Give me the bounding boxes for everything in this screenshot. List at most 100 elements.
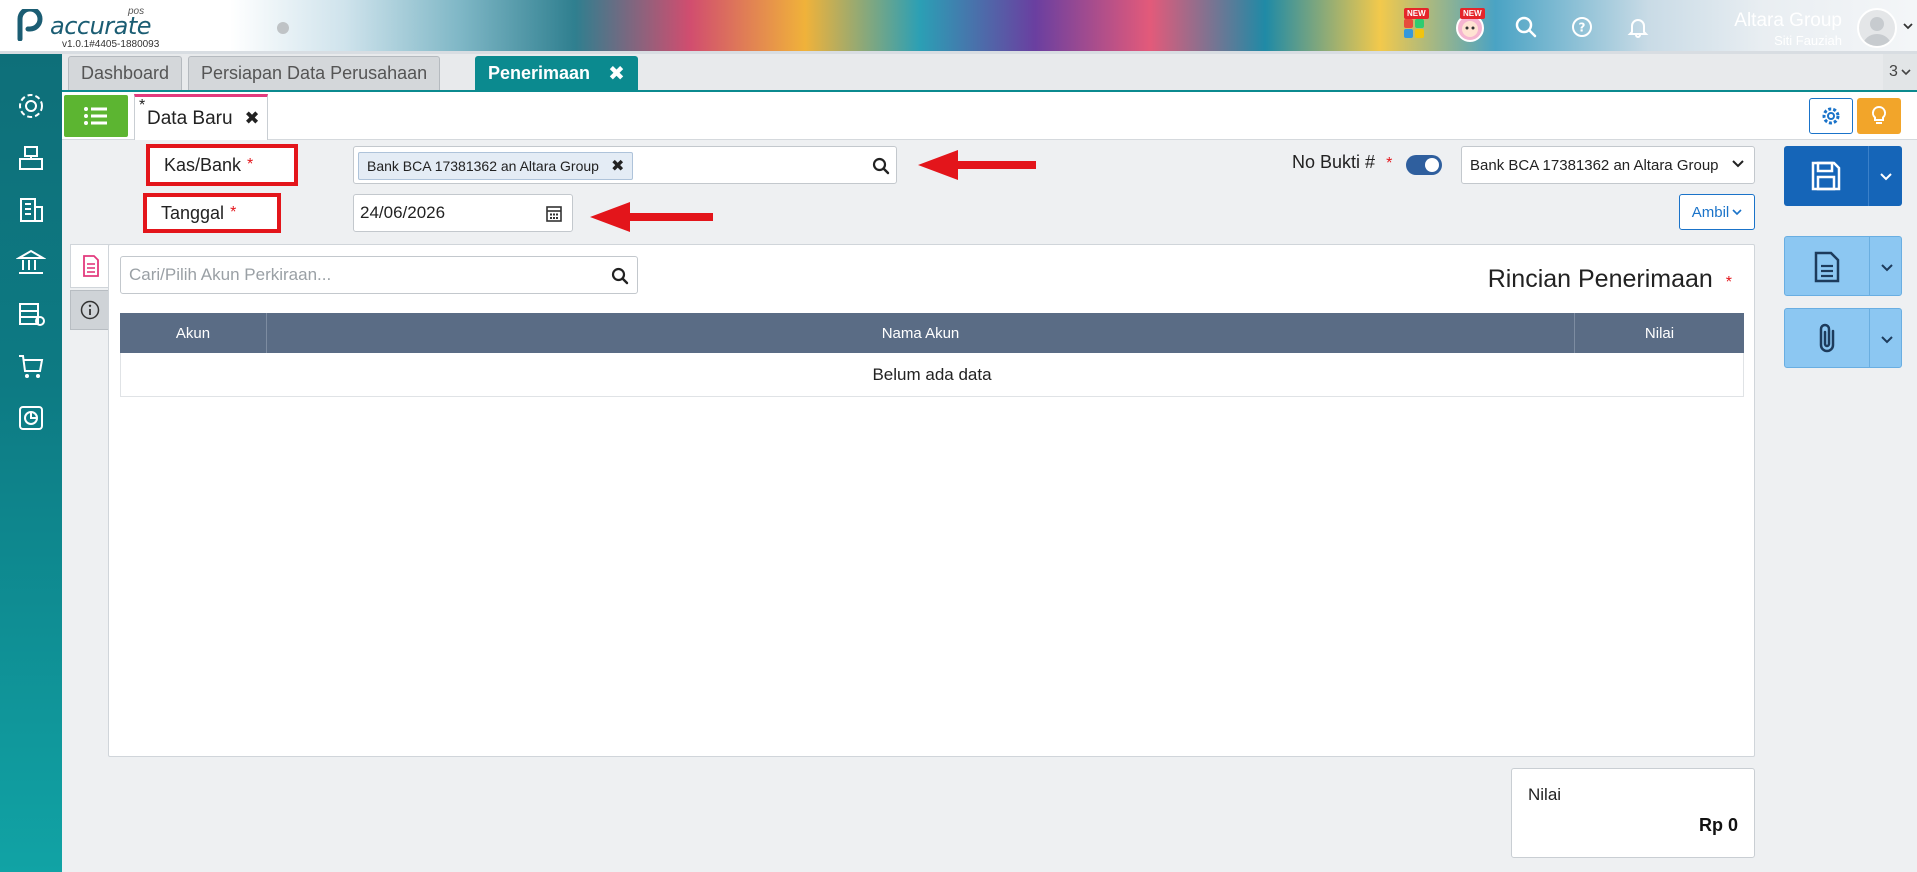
close-icon[interactable]: ✖ xyxy=(608,61,625,86)
column-header-akun[interactable]: Akun xyxy=(120,313,267,353)
tab-count-dropdown[interactable]: 3 xyxy=(1883,54,1917,90)
chevron-down-icon xyxy=(1732,209,1742,216)
total-box: Nilai Rp 0 xyxy=(1511,768,1755,858)
sidebar-item-bank[interactable] xyxy=(13,244,49,280)
no-bukti-select[interactable]: Bank BCA 17381362 an Altara Group xyxy=(1461,146,1755,184)
total-label: Nilai xyxy=(1528,785,1562,804)
attachment-button[interactable] xyxy=(1784,308,1902,368)
user-avatar[interactable] xyxy=(1857,8,1897,48)
info-icon xyxy=(80,300,100,320)
required-mark: * xyxy=(230,204,237,221)
search-icon[interactable] xyxy=(611,267,629,285)
search-button[interactable] xyxy=(1498,0,1554,54)
search-icon xyxy=(1515,16,1537,38)
inventory-icon xyxy=(19,303,45,326)
tab-label: Penerimaan xyxy=(488,63,591,83)
list-view-button[interactable] xyxy=(64,95,128,137)
building-icon xyxy=(20,198,43,222)
kas-bank-input[interactable]: Bank BCA 17381362 an Altara Group ✖ xyxy=(353,146,897,184)
settings-button[interactable] xyxy=(1809,98,1853,134)
sidebar-item-inventory[interactable] xyxy=(13,296,49,332)
logo-sub: pos xyxy=(128,6,145,17)
sidebar xyxy=(0,54,62,872)
tab-persiapan-data[interactable]: Persiapan Data Perusahaan xyxy=(188,56,441,90)
document-lines-icon xyxy=(82,255,99,277)
required-mark: * xyxy=(1386,155,1393,172)
save-icon xyxy=(1811,161,1841,191)
tab-dashboard[interactable]: Dashboard xyxy=(68,56,183,90)
paperclip-icon xyxy=(1819,323,1835,353)
bank-icon xyxy=(16,249,46,274)
sidebar-item-settings[interactable] xyxy=(13,88,49,124)
chevron-down-icon xyxy=(1901,69,1911,76)
tab-penerimaan[interactable]: Penerimaan ✖ xyxy=(475,56,638,90)
akun-search-placeholder: Cari/Pilih Akun Perkiraan... xyxy=(129,265,332,284)
new-badge: NEW xyxy=(1460,8,1485,19)
assistant-button[interactable]: NEW xyxy=(1442,0,1498,54)
chevron-down-icon[interactable] xyxy=(1881,263,1893,273)
report-chart-icon xyxy=(19,406,43,430)
notification-button[interactable] xyxy=(1610,0,1666,54)
chevron-down-icon[interactable] xyxy=(1880,172,1892,182)
ambil-button[interactable]: Ambil xyxy=(1679,194,1755,230)
total-value: Rp 0 xyxy=(1698,815,1738,835)
tanggal-input[interactable]: 24/06/2026 xyxy=(353,194,573,232)
sidebar-item-sales[interactable] xyxy=(13,140,49,176)
no-bukti-toggle[interactable] xyxy=(1406,155,1442,175)
no-bukti-label-text: No Bukti # xyxy=(1292,152,1376,172)
no-bukti-label: No Bukti # * xyxy=(1292,152,1392,173)
tab-bar: Dashboard Persiapan Data Perusahaan Pene… xyxy=(62,54,1917,92)
column-header-nama-akun[interactable]: Nama Akun xyxy=(267,313,1575,353)
cart-icon xyxy=(19,355,44,378)
chevron-down-icon[interactable] xyxy=(1903,22,1913,30)
document-icon xyxy=(1814,251,1840,283)
top-header: accurate pos v1.0.1#4405-1880093 NEW NEW xyxy=(0,0,1917,54)
panel-title-text: Rincian Penerimaan xyxy=(1487,265,1713,293)
akun-search-input[interactable]: Cari/Pilih Akun Perkiraan... xyxy=(120,256,638,294)
document-button[interactable] xyxy=(1784,236,1902,296)
search-icon[interactable] xyxy=(872,157,890,175)
detail-tab[interactable] xyxy=(70,244,110,288)
kas-bank-label: Kas/Bank * xyxy=(146,144,298,186)
chevron-down-icon[interactable] xyxy=(1881,335,1893,345)
help-icon: ? xyxy=(1572,17,1592,37)
header-icons: NEW NEW ? xyxy=(1386,0,1666,54)
document-tab-data-baru[interactable]: * Data Baru ✖ xyxy=(134,94,268,140)
info-tab[interactable] xyxy=(70,290,110,330)
gear-icon xyxy=(1822,107,1840,125)
new-badge: NEW xyxy=(1404,8,1429,19)
column-header-nilai[interactable]: Nilai xyxy=(1575,313,1744,353)
logo[interactable]: accurate pos v1.0.1#4405-1880093 xyxy=(0,0,180,54)
company-name: Altara Group xyxy=(1734,10,1842,31)
rincian-panel: Cari/Pilih Akun Perkiraan... Rincian Pen… xyxy=(108,244,1755,757)
remove-chip-icon[interactable]: ✖ xyxy=(611,156,624,176)
lightbulb-icon xyxy=(1871,105,1887,124)
unsaved-marker: * xyxy=(139,97,146,114)
tanggal-value: 24/06/2026 xyxy=(360,203,446,222)
required-mark: * xyxy=(1725,274,1732,291)
kas-bank-chip[interactable]: Bank BCA 17381362 an Altara Group ✖ xyxy=(358,152,634,180)
tips-button[interactable] xyxy=(1857,98,1901,134)
apps-button[interactable]: NEW xyxy=(1386,0,1442,54)
button-divider xyxy=(1869,309,1870,367)
sidebar-item-reports[interactable] xyxy=(13,400,49,436)
help-button[interactable]: ? xyxy=(1554,0,1610,54)
company-info[interactable]: Altara Group Siti Fauziah xyxy=(1734,10,1842,48)
ambil-label: Ambil xyxy=(1691,203,1730,221)
sidebar-item-purchase[interactable] xyxy=(13,348,49,384)
calendar-icon[interactable] xyxy=(546,205,562,222)
app-version: v1.0.1#4405-1880093 xyxy=(62,39,160,50)
table-header: Akun Nama Akun Nilai xyxy=(120,313,1744,353)
sidebar-item-company[interactable] xyxy=(13,192,49,228)
red-arrow-icon xyxy=(918,150,1036,180)
bell-icon xyxy=(1627,19,1649,38)
save-button[interactable] xyxy=(1784,146,1902,206)
document-toolbar: * Data Baru ✖ xyxy=(62,92,1917,140)
chevron-down-icon xyxy=(1732,160,1744,168)
tab-label: Dashboard xyxy=(81,63,170,83)
empty-state: Belum ada data xyxy=(120,353,1744,397)
kas-bank-value: Bank BCA 17381362 an Altara Group xyxy=(367,158,599,174)
close-icon[interactable]: ✖ xyxy=(245,108,260,129)
gear-icon xyxy=(19,94,43,118)
no-bukti-select-value: Bank BCA 17381362 an Altara Group xyxy=(1470,156,1719,174)
